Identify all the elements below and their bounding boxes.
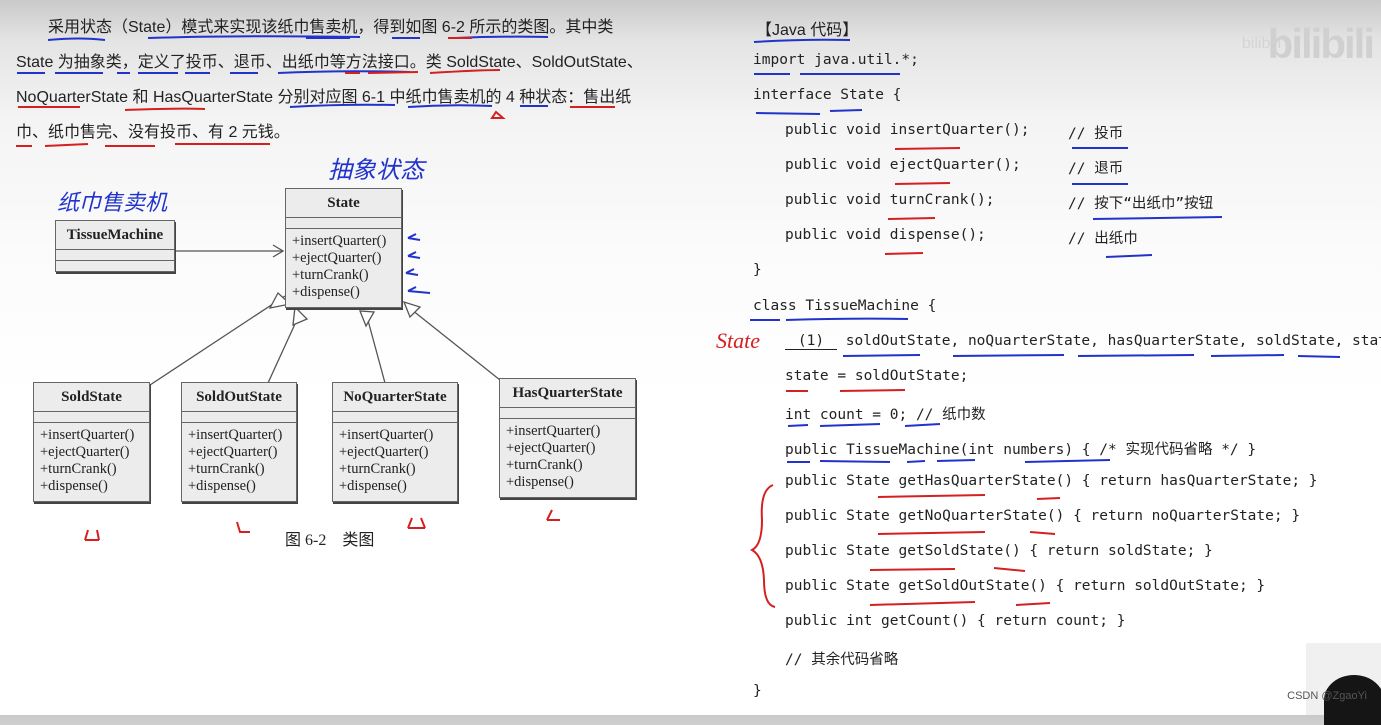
class-name: State bbox=[286, 189, 401, 218]
code-line: public int getCount() { return count; } bbox=[785, 613, 1126, 629]
code-line: public State getSoldState() { return sol… bbox=[785, 543, 1213, 559]
code-line: public void dispense(); bbox=[785, 227, 986, 243]
operation: +dispense() bbox=[188, 478, 256, 494]
operation: +turnCrank() bbox=[292, 267, 369, 283]
class-diagram: 纸巾售卖机 抽象状态 TissueMachine State +insertQu… bbox=[0, 150, 650, 570]
code-line: interface State { bbox=[753, 87, 902, 103]
uml-class-state: State +insertQuarter() +ejectQuarter() +… bbox=[285, 188, 402, 308]
code-comment: // 投币 bbox=[1068, 126, 1124, 142]
operation: +dispense() bbox=[292, 284, 360, 300]
operation: +ejectQuarter() bbox=[339, 444, 429, 460]
operation: +insertQuarter() bbox=[188, 427, 283, 443]
figure-caption: 图 6-2 类图 bbox=[285, 532, 375, 549]
bilibili-logo-icon: bilibili bbox=[1267, 20, 1375, 67]
operation: +insertQuarter() bbox=[506, 423, 601, 439]
operation: +insertQuarter() bbox=[40, 427, 135, 443]
class-name: SoldState bbox=[34, 383, 149, 412]
handwritten-answer: State bbox=[716, 328, 760, 353]
csdn-credit: CSDN @ZgaoYi bbox=[1287, 690, 1367, 702]
operation: +dispense() bbox=[339, 478, 407, 494]
handwritten-abstract-state-note: 抽象状态 bbox=[328, 157, 424, 184]
operation: +turnCrank() bbox=[506, 457, 583, 473]
description-line: 采用状态（State）模式来实现该纸巾售卖机，得到如图 6-2 所示的类图。其中… bbox=[16, 19, 614, 36]
code-line: public void insertQuarter(); bbox=[785, 122, 1030, 138]
uml-class-hasquarterstate: HasQuarterState +insertQuarter() +ejectQ… bbox=[499, 378, 636, 498]
code-title: 【Java 代码】 bbox=[756, 22, 859, 39]
operation: +insertQuarter() bbox=[339, 427, 434, 443]
code-line: int count = 0; // 纸巾数 bbox=[785, 407, 986, 423]
operation: +turnCrank() bbox=[188, 461, 265, 477]
blank-1[interactable]: (1) bbox=[785, 333, 837, 350]
operation: +ejectQuarter() bbox=[292, 250, 382, 266]
code-line-with-blank: (1) soldOutState, noQuarterState, hasQua… bbox=[785, 333, 1381, 350]
uml-class-soldoutstate: SoldOutState +insertQuarter() +ejectQuar… bbox=[181, 382, 297, 502]
description-line: 巾、纸巾售完、没有投币、有 2 元钱。 bbox=[16, 124, 290, 141]
uml-class-soldstate: SoldState +insertQuarter() +ejectQuarter… bbox=[33, 382, 150, 502]
uml-class-tissuemachine: TissueMachine bbox=[55, 220, 175, 272]
code-line: public void ejectQuarter(); bbox=[785, 157, 1021, 173]
description-line: NoQuarterState 和 HasQuarterState 分别对应图 6… bbox=[16, 89, 632, 106]
class-name: HasQuarterState bbox=[500, 379, 635, 408]
description-line: State 为抽象类，定义了投币、退币、出纸巾等方法接口。类 SoldState… bbox=[16, 54, 643, 71]
code-line: public void turnCrank(); bbox=[785, 192, 995, 208]
operation: +ejectQuarter() bbox=[188, 444, 278, 460]
operation: +ejectQuarter() bbox=[40, 444, 130, 460]
code-line: import java.util.*; bbox=[753, 52, 919, 68]
webcam-overlay bbox=[1306, 643, 1381, 725]
operation: +insertQuarter() bbox=[292, 233, 387, 249]
code-line: public State getHasQuarterState() { retu… bbox=[785, 473, 1318, 489]
operation: +ejectQuarter() bbox=[506, 440, 596, 456]
problem-description: 采用状态（State）模式来实现该纸巾售卖机，得到如图 6-2 所示的类图。其中… bbox=[16, 10, 643, 150]
operation: +turnCrank() bbox=[339, 461, 416, 477]
operation: +turnCrank() bbox=[40, 461, 117, 477]
code-comment: // 出纸巾 bbox=[1068, 231, 1138, 247]
operation: +dispense() bbox=[506, 474, 574, 490]
code-comment: // 按下“出纸巾”按钮 bbox=[1068, 196, 1214, 212]
class-name: TissueMachine bbox=[56, 221, 174, 250]
code-line: class TissueMachine { bbox=[753, 298, 937, 314]
code-line: // 其余代码省略 bbox=[785, 652, 899, 668]
code-line: public State getSoldOutState() { return … bbox=[785, 578, 1266, 594]
code-comment: // 退币 bbox=[1068, 161, 1124, 177]
code-line: state = soldOutState; bbox=[785, 368, 969, 384]
code-line: } bbox=[753, 262, 762, 278]
code-line: public TissueMachine(int numbers) { /* 实… bbox=[785, 442, 1257, 458]
operation: +dispense() bbox=[40, 478, 108, 494]
code-line: } bbox=[753, 683, 762, 699]
handwritten-tissue-machine-note: 纸巾售卖机 bbox=[57, 190, 168, 215]
class-name: NoQuarterState bbox=[333, 383, 457, 412]
uml-class-noquarterstate: NoQuarterState +insertQuarter() +ejectQu… bbox=[332, 382, 458, 502]
class-name: SoldOutState bbox=[182, 383, 296, 412]
code-line: public State getNoQuarterState() { retur… bbox=[785, 508, 1301, 524]
